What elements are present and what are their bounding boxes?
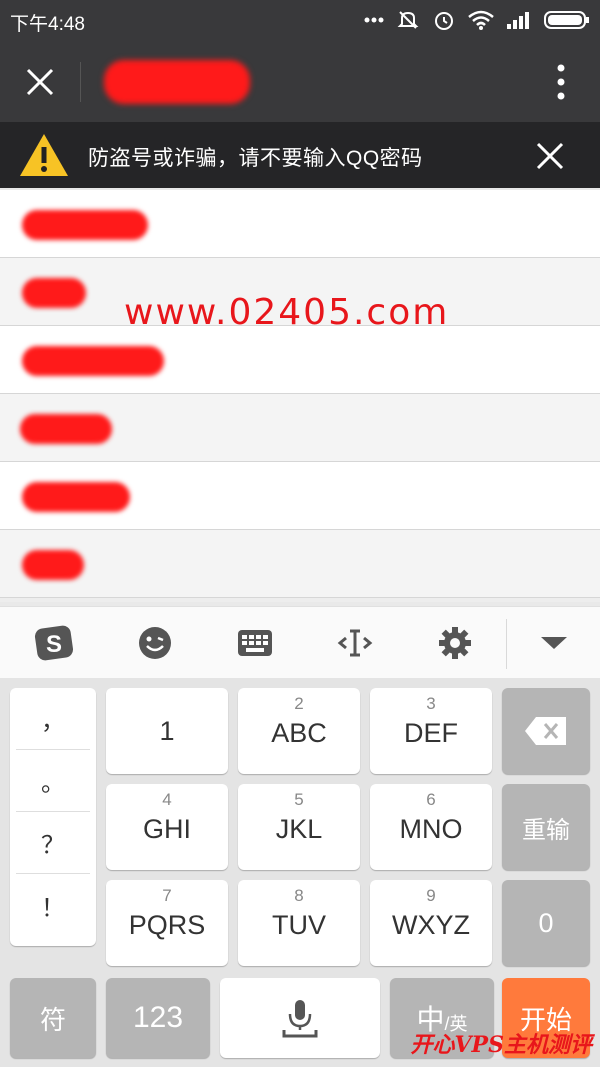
warning-close-icon[interactable] [536,142,564,175]
redacted-text [22,550,84,580]
title-bar [0,42,600,122]
redacted-text [22,482,130,512]
key-0[interactable]: 0 [502,880,590,966]
redacted-text [20,414,112,444]
alarm-icon [432,8,456,32]
overflow-menu-icon[interactable] [556,64,566,100]
hide-keyboard-chevron-icon[interactable] [534,623,574,663]
retype-key[interactable]: 重输 [502,784,590,870]
watermark-text: www.02405.com [124,292,450,333]
symbols-key[interactable]: 符 [10,978,96,1058]
warning-text: 防盗号或诈骗，请不要输入QQ密码 [88,147,423,170]
settings-gear-icon[interactable] [435,623,475,663]
key-jkl[interactable]: 5 JKL [238,784,360,870]
keyboard-toolbar: S [0,606,600,678]
redacted-page-title [104,60,250,104]
redacted-text [22,346,164,376]
list-item[interactable] [0,462,600,530]
emoji-icon[interactable] [135,623,175,663]
nine-key-keyboard: ， 。 ？ ！ 1 2 ABC 3 DEF 4 GHI 5 JKL 6 MNO … [0,678,600,1067]
symbol-question-key[interactable]: ？ [16,812,90,874]
content-list [0,190,600,602]
list-item[interactable] [0,530,600,598]
signal-icon [506,10,532,30]
watermark-footer: 开心VPS主机测评 [410,1032,592,1058]
mute-icon [396,8,420,32]
redacted-text [22,210,148,240]
symbol-comma-key[interactable]: ， [16,688,90,750]
wifi-icon [468,9,494,31]
microphone-icon [282,1000,318,1038]
backspace-icon [525,717,566,745]
key-mno[interactable]: 6 MNO [370,784,492,870]
list-item[interactable] [0,394,600,462]
status-icons [364,8,590,32]
symbol-period-key[interactable]: 。 [16,750,90,812]
key-ghi[interactable]: 4 GHI [106,784,228,870]
toolbar-divider [506,619,507,669]
key-wxyz[interactable]: 9 WXYZ [370,880,492,966]
key-def[interactable]: 3 DEF [370,688,492,774]
sogou-logo-icon[interactable]: S [34,623,74,663]
key-abc[interactable]: 2 ABC [238,688,360,774]
backspace-key[interactable] [502,688,590,774]
title-separator [80,62,81,102]
redacted-text [22,278,86,308]
security-warning-bar: 防盗号或诈骗，请不要输入QQ密码 [0,122,600,188]
key-1[interactable]: 1 [106,688,228,774]
key-pqrs[interactable]: 7 PQRS [106,880,228,966]
list-item[interactable] [0,190,600,258]
keyboard-layout-icon[interactable] [235,623,275,663]
list-item[interactable] [0,326,600,394]
symbol-column[interactable]: ， 。 ？ ！ [10,688,96,946]
status-bar: 下午4:48 [0,0,600,42]
key-tuv[interactable]: 8 TUV [238,880,360,966]
numeric-key[interactable]: 123 [106,978,210,1058]
svg-text:S: S [46,631,62,658]
more-dots-icon [364,17,384,23]
close-icon[interactable] [20,62,60,102]
cursor-move-icon[interactable] [335,623,375,663]
status-time: 下午4:48 [10,14,85,35]
warning-triangle-icon [18,132,70,183]
symbol-exclaim-key[interactable]: ！ [16,874,90,936]
battery-icon [544,10,590,30]
space-voice-key[interactable] [220,978,380,1058]
